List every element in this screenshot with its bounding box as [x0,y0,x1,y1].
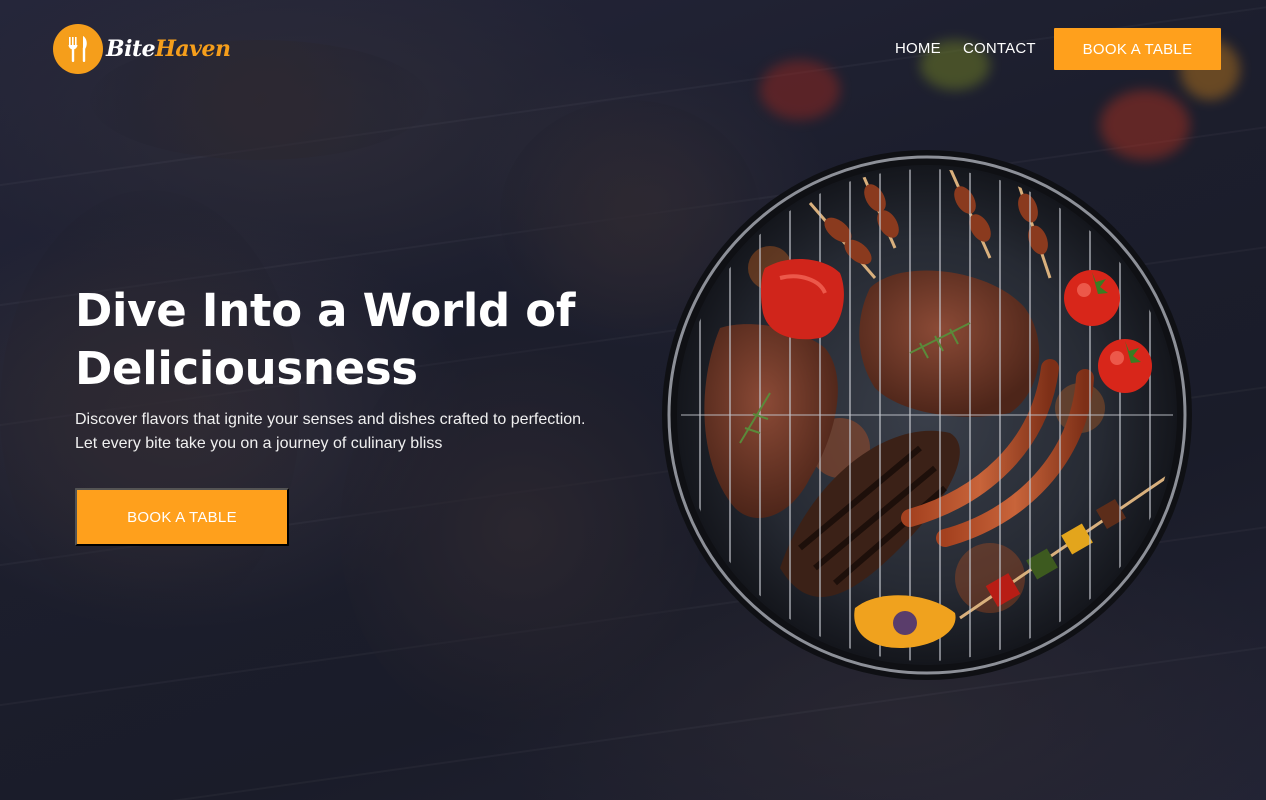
hero-subtitle-line2: Let every bite take you on a journey of … [75,435,443,452]
hero-subtitle: Discover flavors that ignite your senses… [75,408,635,456]
hero-title-line1: Dive Into a World of [75,284,576,337]
fork-knife-icon [53,24,103,74]
brand-name-part2: Haven [155,36,231,62]
brand-name: BiteHaven [106,36,231,62]
logo[interactable]: BiteHaven [53,24,231,74]
book-table-nav-button[interactable]: BOOK A TABLE [1054,28,1221,70]
hero-title: Dive Into a World of Deliciousness [75,282,635,398]
grill-image [660,148,1195,683]
hero-subtitle-line1: Discover flavors that ignite your senses… [75,411,586,428]
site-header: BiteHaven HOME CONTACT BOOK A TABLE [0,0,1266,100]
nav-link-home[interactable]: HOME [895,40,941,57]
brand-name-part1: Bite [106,36,156,62]
hero-title-line2: Deliciousness [75,342,418,395]
book-table-hero-button[interactable]: BOOK A TABLE [75,488,289,546]
nav-link-contact[interactable]: CONTACT [963,40,1036,57]
